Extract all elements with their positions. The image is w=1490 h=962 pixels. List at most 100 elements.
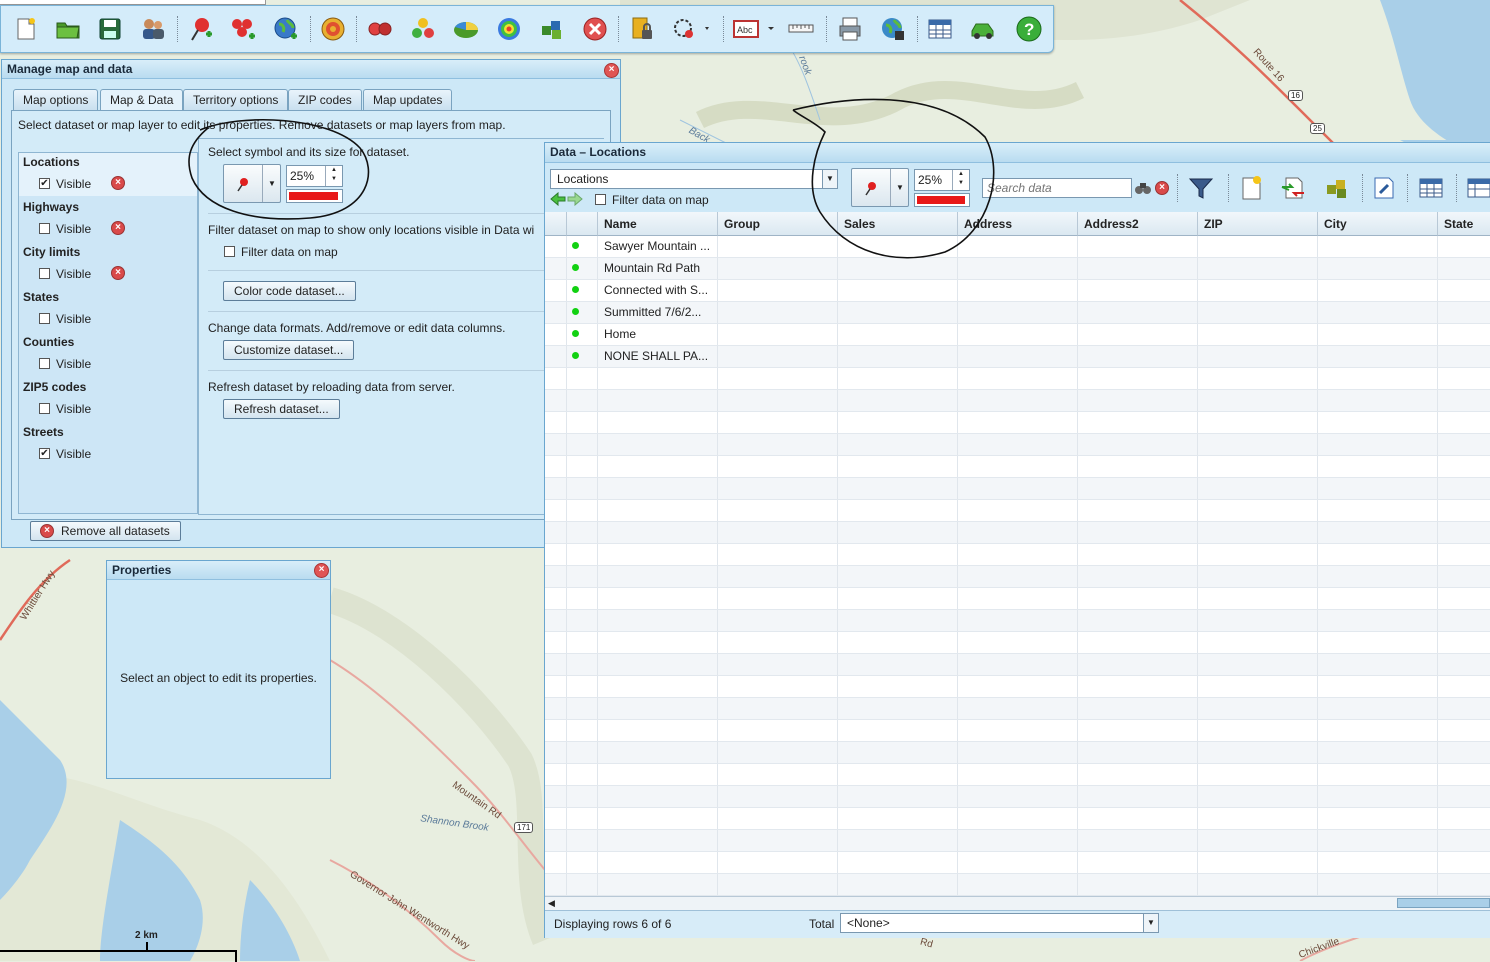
- cell-address[interactable]: [958, 588, 1078, 609]
- cell-city[interactable]: [1318, 830, 1438, 851]
- cell-address[interactable]: [958, 676, 1078, 697]
- cell-name[interactable]: [598, 830, 718, 851]
- cell-city[interactable]: [1318, 874, 1438, 895]
- tab-map-updates[interactable]: Map updates: [363, 89, 453, 110]
- cell-city[interactable]: [1318, 588, 1438, 609]
- cell-state[interactable]: [1438, 302, 1490, 323]
- cell-zip[interactable]: [1198, 522, 1318, 543]
- cell-sales[interactable]: [838, 588, 958, 609]
- cell-state[interactable]: [1438, 258, 1490, 279]
- layer-visible-checkbox[interactable]: [39, 403, 50, 414]
- cell-state[interactable]: [1438, 544, 1490, 565]
- cell-address[interactable]: [958, 280, 1078, 301]
- cell-sales[interactable]: [838, 434, 958, 455]
- cell-address[interactable]: [958, 852, 1078, 873]
- cell-address2[interactable]: [1078, 632, 1198, 653]
- cell-state[interactable]: [1438, 478, 1490, 499]
- table-row[interactable]: Mountain Rd Path: [545, 258, 1490, 280]
- cell-state[interactable]: [1438, 390, 1490, 411]
- cell-city[interactable]: [1318, 390, 1438, 411]
- cell-zip[interactable]: [1198, 500, 1318, 521]
- layer-name-highways[interactable]: Highways: [23, 200, 79, 214]
- cell-sales[interactable]: [838, 368, 958, 389]
- cell-state[interactable]: [1438, 324, 1490, 345]
- cell-state[interactable]: [1438, 742, 1490, 763]
- cell-sales[interactable]: [838, 478, 958, 499]
- cell-name[interactable]: [598, 720, 718, 741]
- cell-state[interactable]: [1438, 698, 1490, 719]
- cell-zip[interactable]: [1198, 698, 1318, 719]
- scrollbar-thumb[interactable]: [1397, 898, 1490, 908]
- add-globe-layer-icon[interactable]: [271, 14, 301, 44]
- add-pushpins-icon[interactable]: [228, 14, 258, 44]
- cell-name[interactable]: Sawyer Mountain ...: [598, 236, 718, 257]
- cell-group[interactable]: [718, 742, 838, 763]
- grid-header-name[interactable]: Name: [598, 212, 718, 236]
- cell-name[interactable]: [598, 412, 718, 433]
- cell-group[interactable]: [718, 808, 838, 829]
- cell-address[interactable]: [958, 654, 1078, 675]
- tab-map-options[interactable]: Map options: [13, 89, 99, 110]
- tab-map-and-data[interactable]: Map & Data: [100, 89, 184, 111]
- cell-name[interactable]: [598, 786, 718, 807]
- grid-header-state[interactable]: State: [1438, 212, 1490, 236]
- row-selector[interactable]: [545, 346, 567, 367]
- cell-city[interactable]: [1318, 324, 1438, 345]
- cell-address2[interactable]: [1078, 566, 1198, 587]
- cell-address[interactable]: [958, 346, 1078, 367]
- cell-zip[interactable]: [1198, 610, 1318, 631]
- users-icon[interactable]: [138, 14, 168, 44]
- cell-city[interactable]: [1318, 808, 1438, 829]
- cell-address2[interactable]: [1078, 764, 1198, 785]
- close-circle-icon[interactable]: [580, 14, 610, 44]
- cell-zip[interactable]: [1198, 434, 1318, 455]
- cell-sales[interactable]: [838, 346, 958, 367]
- cell-name[interactable]: [598, 852, 718, 873]
- dots-red-icon[interactable]: [365, 14, 395, 44]
- cell-sales[interactable]: [838, 390, 958, 411]
- cell-name[interactable]: [598, 544, 718, 565]
- cell-name[interactable]: [598, 742, 718, 763]
- row-selector[interactable]: [545, 874, 567, 895]
- cell-address2[interactable]: [1078, 852, 1198, 873]
- cell-address[interactable]: [958, 830, 1078, 851]
- printer-icon[interactable]: [835, 14, 865, 44]
- cell-name[interactable]: [598, 588, 718, 609]
- cell-zip[interactable]: [1198, 742, 1318, 763]
- cell-state[interactable]: [1438, 610, 1490, 631]
- cell-sales[interactable]: [838, 566, 958, 587]
- cell-address[interactable]: [958, 456, 1078, 477]
- new-document-icon[interactable]: [11, 14, 41, 44]
- cell-state[interactable]: [1438, 764, 1490, 785]
- row-selector[interactable]: [545, 808, 567, 829]
- cell-address2[interactable]: [1078, 676, 1198, 697]
- row-selector[interactable]: [545, 588, 567, 609]
- binoculars-icon[interactable]: [1135, 181, 1151, 198]
- cell-group[interactable]: [718, 324, 838, 345]
- remove-layer-icon[interactable]: ×: [111, 266, 125, 280]
- book-lock-icon[interactable]: [627, 14, 657, 44]
- table-row[interactable]: Connected with S...: [545, 280, 1490, 302]
- row-selector[interactable]: [545, 478, 567, 499]
- filter-data-checkbox[interactable]: [224, 246, 235, 257]
- cell-sales[interactable]: [838, 852, 958, 873]
- cell-sales[interactable]: [838, 654, 958, 675]
- add-pin-icon[interactable]: [186, 14, 216, 44]
- cell-sales[interactable]: [838, 720, 958, 741]
- cell-state[interactable]: [1438, 566, 1490, 587]
- layer-name-city-limits[interactable]: City limits: [23, 245, 80, 259]
- row-selector[interactable]: [545, 390, 567, 411]
- row-selector[interactable]: [545, 500, 567, 521]
- cell-zip[interactable]: [1198, 368, 1318, 389]
- cell-name[interactable]: [598, 676, 718, 697]
- grid-header-select[interactable]: [545, 212, 567, 236]
- cell-name[interactable]: [598, 500, 718, 521]
- filter-funnel-icon[interactable]: [1188, 175, 1216, 204]
- table-row[interactable]: Home: [545, 324, 1490, 346]
- cell-address2[interactable]: [1078, 786, 1198, 807]
- cell-city[interactable]: [1318, 434, 1438, 455]
- row-selector[interactable]: [545, 456, 567, 477]
- cell-name[interactable]: [598, 632, 718, 653]
- cell-name[interactable]: [598, 566, 718, 587]
- cell-group[interactable]: [718, 302, 838, 323]
